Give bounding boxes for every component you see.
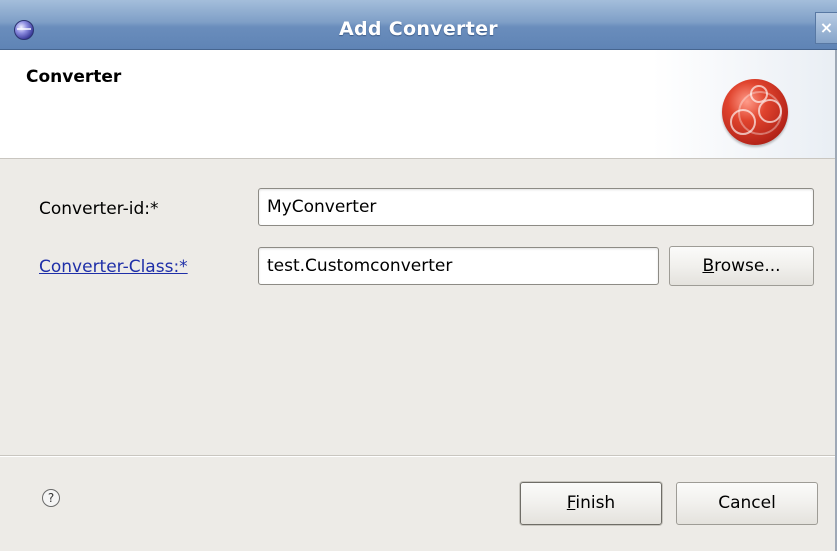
browse-button[interactable]: Browse... [669,246,814,286]
footer-separator [0,455,837,457]
converter-id-input[interactable]: MyConverter [258,188,814,226]
browse-label: rowse... [714,256,781,276]
converter-id-label: Converter-id:* [39,199,159,219]
help-icon[interactable]: ? [42,489,60,507]
finish-label: inish [575,493,616,513]
finish-button[interactable]: Finish [520,482,662,525]
browse-mnemonic: B [702,256,715,276]
converter-class-input[interactable]: test.Customconverter [258,247,659,285]
banner-title: Converter [26,67,122,87]
dialog-title: Add Converter [339,18,498,40]
add-converter-dialog: Add Converter × Converter Converter-id:*… [0,0,837,551]
wizard-banner: Converter [0,50,837,159]
close-icon[interactable]: × [815,12,837,44]
cancel-button[interactable]: Cancel [676,482,818,525]
wizard-banner-icon [722,79,788,145]
title-bar[interactable]: Add Converter × [0,0,837,50]
converter-class-link[interactable]: Converter-Class:* [39,257,188,277]
